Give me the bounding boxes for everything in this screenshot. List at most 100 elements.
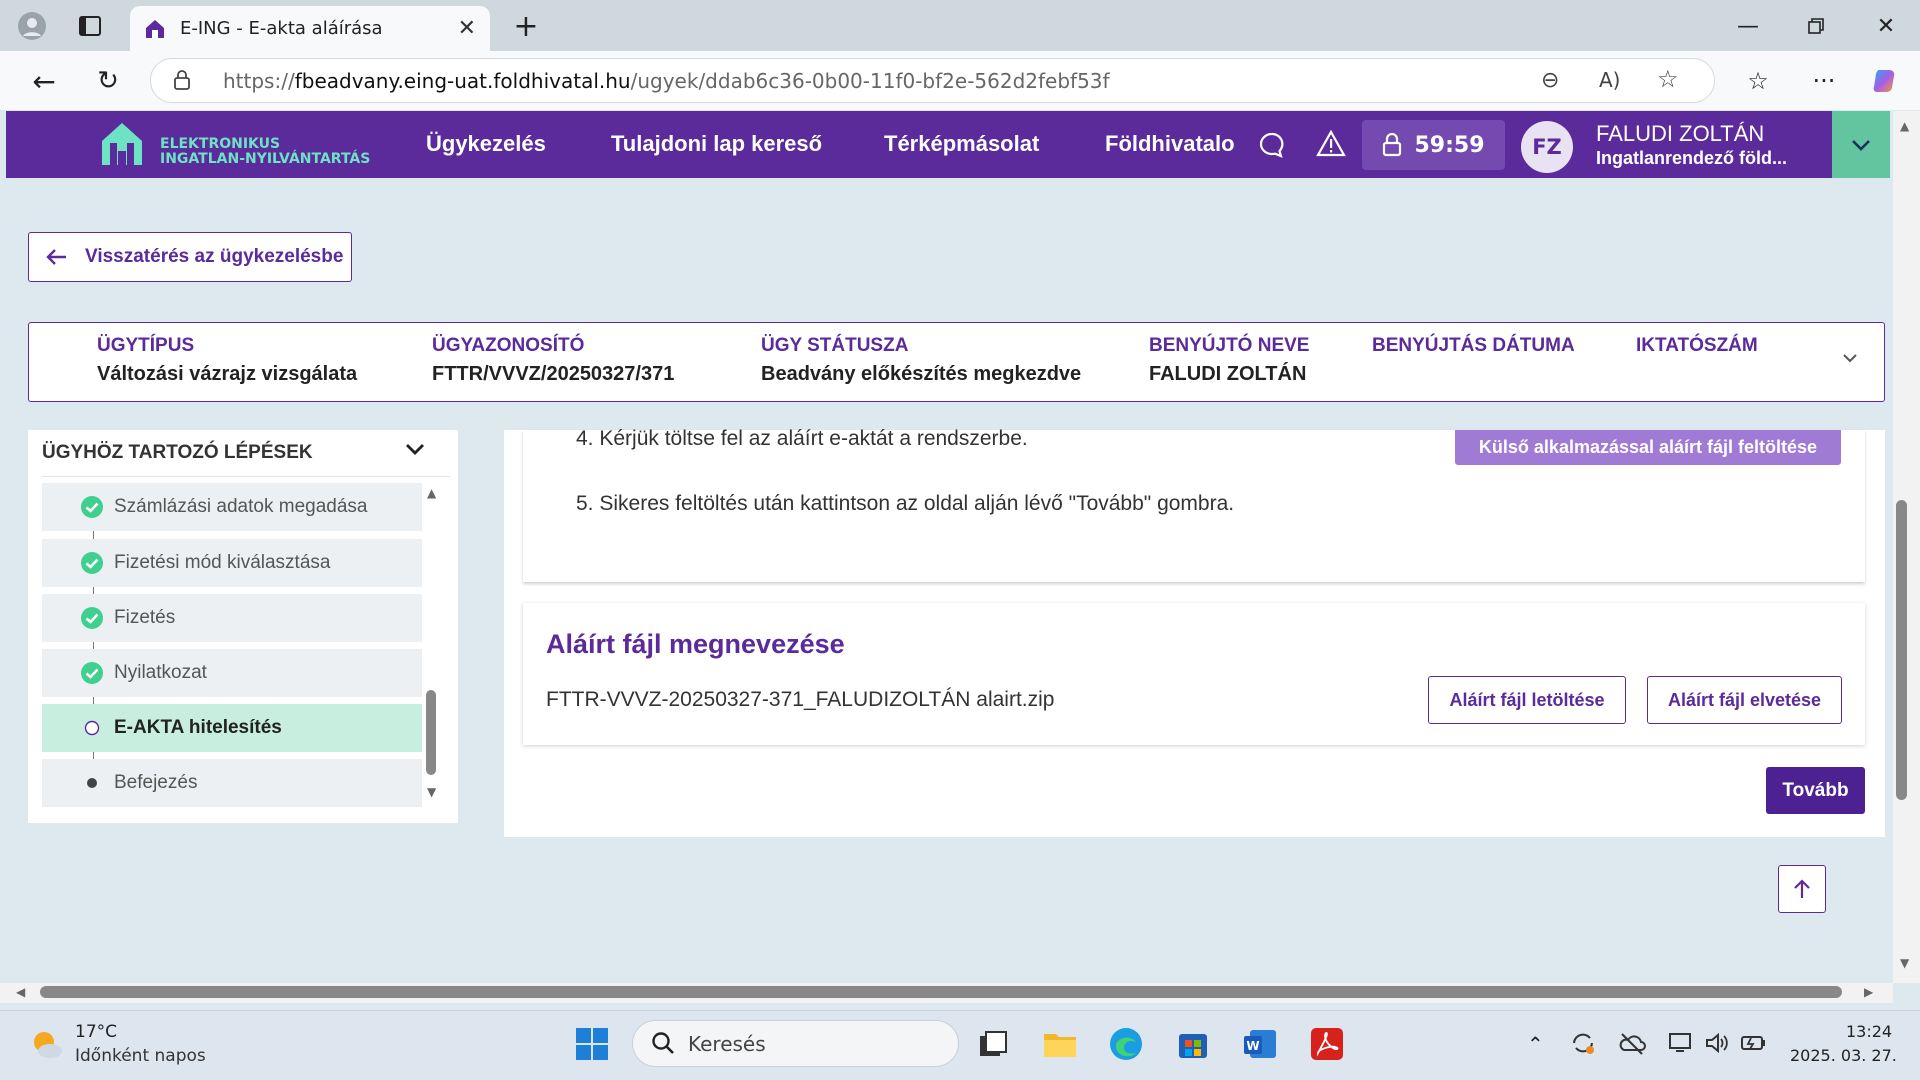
- step-label: Fizetés: [114, 607, 176, 628]
- case-id: ÜGYAZONOSÍTÓ FTTR/VVVZ/20250327/371: [432, 335, 674, 386]
- restore-icon[interactable]: [1798, 8, 1834, 44]
- tab-actions-icon[interactable]: [74, 10, 106, 42]
- case-id-value: FTTR/VVVZ/20250327/371: [432, 363, 675, 385]
- site-header: ELEKTRONIKUS INGATLAN-NYILVÁNTARTÁS Ügyk…: [6, 111, 1838, 178]
- favorite-star-icon[interactable]: ☆: [1657, 65, 1679, 93]
- instruction-step-4: 4. Kérjük töltse fel az aláírt e-aktát a…: [576, 427, 1028, 450]
- submitter-value: FALUDI ZOLTÁN: [1149, 363, 1307, 385]
- word-icon[interactable]: W: [1242, 1026, 1278, 1062]
- scroll-left-arrow-icon[interactable]: ◀: [16, 985, 25, 999]
- header-menu-toggle[interactable]: [1832, 111, 1890, 178]
- windows-start-icon[interactable]: [574, 1026, 610, 1062]
- tray-chevron-up-icon[interactable]: ⌃: [1527, 1032, 1544, 1056]
- session-timer[interactable]: 59:59: [1362, 120, 1505, 170]
- nav-ugykezeles[interactable]: Ügykezelés: [426, 131, 546, 157]
- arrow-left-icon: [46, 249, 66, 265]
- sync-icon[interactable]: [1570, 1030, 1596, 1060]
- filing-number: IKTATÓSZÁM: [1636, 335, 1758, 357]
- zoom-out-icon[interactable]: ⊖: [1541, 68, 1559, 93]
- download-signed-file-button[interactable]: Aláírt fájl letöltése: [1428, 676, 1626, 724]
- back-button-label: Visszatérés az ügykezelésbe: [85, 246, 344, 267]
- check-circle-icon: [81, 607, 103, 629]
- chevron-down-icon[interactable]: [404, 442, 426, 456]
- page-horizontal-scroll-thumb[interactable]: [40, 986, 1842, 998]
- avatar[interactable]: FZ: [1521, 121, 1573, 173]
- favorites-icon[interactable]: ☆: [1740, 63, 1776, 99]
- back-icon[interactable]: ←: [24, 61, 64, 101]
- case-info-bar: ÜGYTÍPUS Változási vázrajz vizsgálata ÜG…: [28, 322, 1885, 402]
- scroll-down-arrow-icon[interactable]: ▼: [1900, 956, 1909, 970]
- scroll-up-arrow-icon[interactable]: ▲: [427, 486, 436, 500]
- file-explorer-icon[interactable]: [1042, 1026, 1078, 1062]
- profile-icon[interactable]: [14, 8, 50, 44]
- step-item[interactable]: Számlázási adatok megadása: [42, 483, 422, 531]
- submitter: BENYÚJTÓ NEVE FALUDI ZOLTÁN: [1149, 335, 1309, 386]
- steps-scrollbar-thumb[interactable]: [426, 690, 436, 775]
- url-host: fbeadvany.eing-uat.foldhivatal.hu: [294, 68, 631, 93]
- chevron-down-icon[interactable]: [1842, 353, 1858, 363]
- signed-file-name: FTTR-VVVZ-20250327-371_FALUDIZOLTÁN alai…: [546, 688, 1055, 711]
- case-status-value: Beadvány előkészítés megkezdve: [761, 363, 1082, 385]
- nav-terkepmasolat[interactable]: Térképmásolat: [884, 131, 1039, 157]
- browser-address-bar: ← ↻ https://fbeadvany.eing-uat.foldhivat…: [0, 51, 1920, 110]
- chat-icon[interactable]: [1258, 131, 1286, 163]
- reload-icon[interactable]: ↻: [88, 61, 128, 101]
- step-label: Számlázási adatok megadása: [114, 496, 368, 517]
- copilot-icon[interactable]: [1868, 63, 1904, 99]
- weather-description[interactable]: Időnként napos: [75, 1046, 206, 1066]
- step-item[interactable]: Nyilatkozat: [42, 649, 422, 697]
- weather-temperature[interactable]: 17°C: [75, 1022, 117, 1042]
- acrobat-reader-icon[interactable]: [1309, 1026, 1345, 1062]
- browser-tab-bar: E-ING - E-akta aláírása ✕ + — ✕: [0, 0, 1920, 51]
- nav-tulajdoni-lap[interactable]: Tulajdoni lap kereső: [611, 131, 822, 157]
- taskbar-clock-time[interactable]: 13:24: [1846, 1022, 1892, 1041]
- back-to-case-management-button[interactable]: Visszatérés az ügykezelésbe: [28, 232, 352, 282]
- check-circle-icon: [81, 662, 103, 684]
- check-circle-icon: [81, 552, 103, 574]
- scroll-up-arrow-icon[interactable]: ▲: [1900, 119, 1909, 133]
- read-aloud-icon[interactable]: A): [1599, 68, 1620, 92]
- taskbar-search[interactable]: Keresés: [632, 1020, 959, 1067]
- network-icon[interactable]: [1668, 1030, 1694, 1060]
- step-item[interactable]: Fizetés: [42, 594, 422, 642]
- browser-tab[interactable]: E-ING - E-akta aláírása ✕: [130, 6, 490, 51]
- new-tab-icon[interactable]: +: [508, 8, 544, 44]
- lock-icon[interactable]: [173, 69, 191, 96]
- submission-date: BENYÚJTÁS DÁTUMA: [1372, 335, 1575, 357]
- scroll-right-arrow-icon[interactable]: ▶: [1864, 985, 1873, 999]
- signed-file-title: Aláírt fájl megnevezése: [546, 629, 845, 659]
- taskbar-clock-date[interactable]: 2025. 03. 27.: [1790, 1046, 1897, 1065]
- site-logo-icon[interactable]: [100, 121, 144, 171]
- external-signed-upload-button[interactable]: Külső alkalmazással aláírt fájl feltölté…: [1455, 430, 1841, 465]
- url-field[interactable]: https://fbeadvany.eing-uat.foldhivatal.h…: [150, 58, 1715, 103]
- tab-title: E-ING - E-akta aláírása: [180, 18, 383, 39]
- check-circle-icon: [81, 496, 103, 518]
- ms-store-icon[interactable]: [1175, 1026, 1211, 1062]
- page-vertical-scroll-thumb[interactable]: [1896, 500, 1907, 800]
- chevron-down-icon: [1852, 139, 1870, 151]
- site-logo-text[interactable]: ELEKTRONIKUS INGATLAN-NYILVÁNTARTÁS: [160, 137, 370, 167]
- scroll-to-top-button[interactable]: [1778, 865, 1826, 913]
- task-view-icon[interactable]: [975, 1026, 1011, 1062]
- more-options-icon[interactable]: ···: [1806, 63, 1842, 99]
- step-label: Fizetési mód kiválasztása: [114, 552, 331, 573]
- close-window-icon[interactable]: ✕: [1868, 8, 1904, 44]
- home-favicon-icon: [146, 19, 164, 38]
- step-item[interactable]: Befejezés: [42, 759, 422, 807]
- user-organization[interactable]: Ingatlanrendező föld...: [1596, 148, 1787, 169]
- volume-icon[interactable]: [1704, 1030, 1730, 1060]
- user-name[interactable]: FALUDI ZOLTÁN: [1596, 121, 1764, 147]
- close-tab-icon[interactable]: ✕: [458, 16, 476, 41]
- discard-signed-file-button[interactable]: Aláírt fájl elvetése: [1647, 676, 1842, 724]
- battery-icon[interactable]: [1740, 1030, 1768, 1060]
- step-item-current[interactable]: E-AKTA hitelesítés: [42, 704, 422, 752]
- minimize-icon[interactable]: —: [1730, 8, 1766, 44]
- scroll-down-arrow-icon[interactable]: ▼: [427, 785, 436, 799]
- weather-sun-icon[interactable]: [28, 1026, 64, 1066]
- onedrive-icon[interactable]: [1618, 1030, 1646, 1060]
- step-item[interactable]: Fizetési mód kiválasztása: [42, 539, 422, 587]
- warning-icon[interactable]: [1316, 129, 1346, 161]
- edge-browser-icon[interactable]: [1108, 1026, 1144, 1062]
- nav-foldhivatalok[interactable]: Földhivatalo: [1105, 131, 1237, 157]
- next-button[interactable]: Tovább: [1766, 767, 1865, 814]
